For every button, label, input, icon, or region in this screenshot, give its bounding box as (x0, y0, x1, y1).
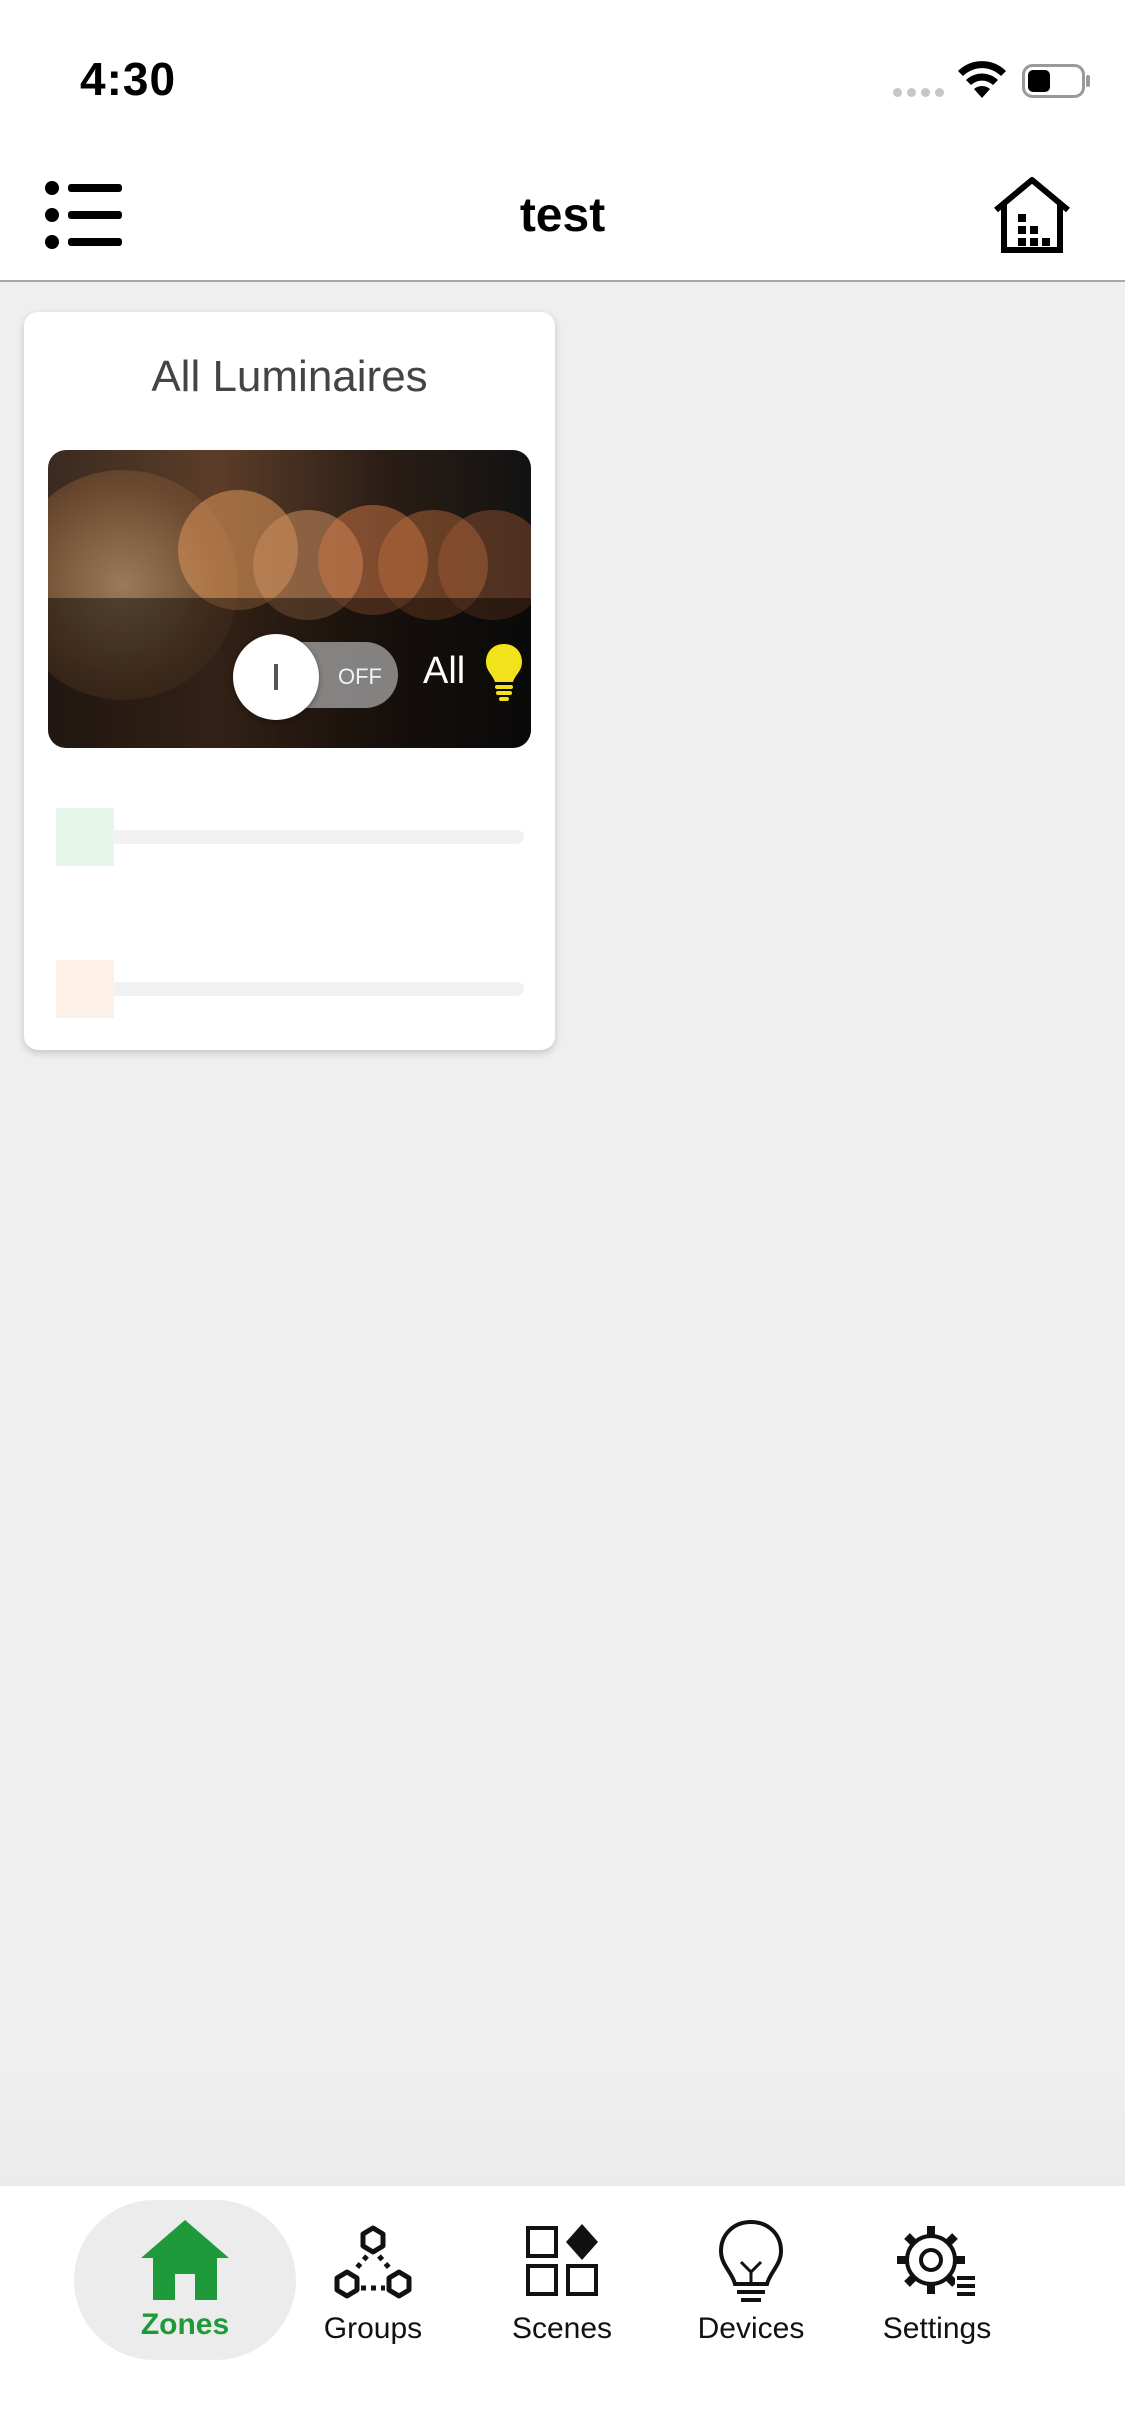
tab-settings[interactable]: Settings (862, 2186, 1012, 2366)
tab-label: Scenes (511, 2312, 613, 2345)
zone-title: All Luminaires (151, 352, 428, 401)
tab-label: Devices (697, 2312, 805, 2345)
groups-icon (334, 2225, 412, 2299)
app-screen: 4:30 test All Luminaires OFF All Zones G… (0, 0, 1125, 2436)
brightness-slider[interactable] (56, 808, 524, 868)
group-label: All (423, 650, 466, 692)
zone-card[interactable]: All Luminaires OFF All (24, 312, 555, 1050)
status-bar: 4:30 (0, 0, 1125, 150)
zone-power-toggle[interactable]: OFF (233, 634, 398, 720)
lightbulb-outline-icon (718, 2219, 784, 2302)
tab-devices[interactable]: Devices (676, 2186, 826, 2366)
house-icon (141, 2220, 229, 2300)
building-icon[interactable] (992, 176, 1072, 254)
scenes-icon (526, 2224, 598, 2296)
tab-zones[interactable]: Zones (92, 2186, 278, 2366)
tab-label: Settings (882, 2312, 992, 2345)
slider-track[interactable] (56, 982, 524, 996)
color-temperature-slider[interactable] (56, 960, 524, 1020)
status-time: 4:30 (80, 53, 177, 105)
tab-bar: Zones Groups Scenes Devices Settings (0, 2186, 1125, 2436)
wifi-icon (958, 61, 1006, 98)
cellular-signal-icon (893, 88, 944, 97)
zone-image[interactable]: OFF All (48, 450, 531, 748)
tab-bar-fade (0, 2070, 1125, 2186)
slider-thumb[interactable] (56, 960, 114, 1018)
lightbulb-icon (486, 644, 522, 701)
battery-icon (1022, 64, 1090, 98)
tab-scenes[interactable]: Scenes (488, 2186, 636, 2366)
tab-label: Groups (323, 2312, 423, 2345)
tab-groups[interactable]: Groups (300, 2186, 446, 2366)
page-title: test (519, 189, 606, 242)
app-header: test (0, 150, 1125, 282)
slider-track[interactable] (56, 830, 524, 844)
toggle-state-label: OFF (338, 664, 382, 689)
slider-thumb[interactable] (56, 808, 114, 866)
gear-icon (897, 2226, 975, 2296)
tab-label: Zones (140, 2308, 230, 2341)
toggle-knob[interactable] (233, 634, 319, 720)
